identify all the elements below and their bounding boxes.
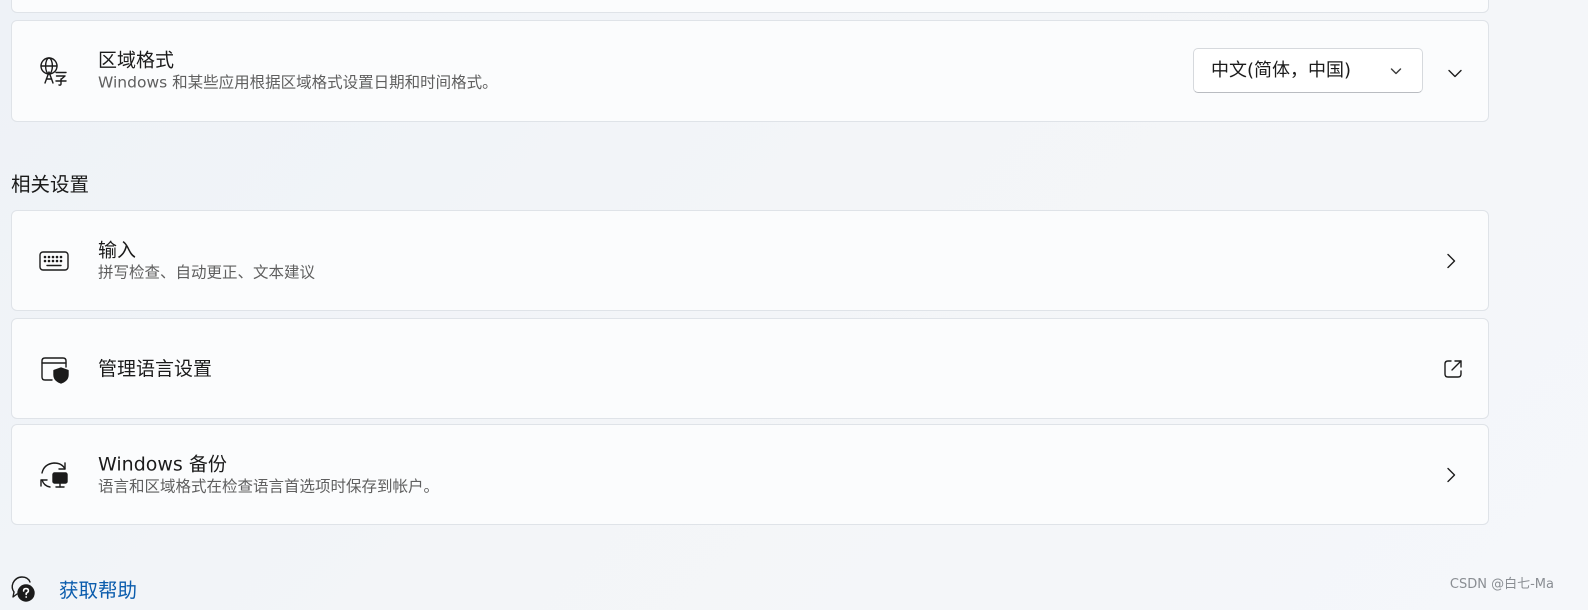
backup-sync-icon: [38, 459, 70, 491]
keyboard-icon: [38, 245, 70, 277]
manage-language-settings-card[interactable]: 管理语言设置: [11, 318, 1489, 419]
windows-backup-card[interactable]: Windows 备份 语言和区域格式在检查语言首选项时保存到帐户。: [11, 424, 1489, 525]
manage-language-settings-title: 管理语言设置: [98, 357, 213, 380]
previous-setting-card: [11, 0, 1489, 13]
chevron-right-icon: [1447, 253, 1456, 268]
region-format-description: Windows 和某些应用根据区域格式设置日期和时间格式。: [98, 73, 498, 92]
input-settings-description: 拼写检查、自动更正、文本建议: [98, 263, 316, 281]
region-format-title: 区域格式: [98, 49, 175, 72]
csdn-watermark: CSDN @白七-Ma: [1449, 577, 1554, 592]
chevron-right-icon: [1447, 467, 1456, 482]
related-settings-heading: 相关设置: [11, 173, 90, 196]
input-settings-text: 输入 拼写检查、自动更正、文本建议: [98, 238, 315, 283]
manage-language-settings-text: 管理语言设置: [98, 357, 212, 381]
windows-backup-description: 语言和区域格式在检查语言首选项时保存到帐户。: [98, 477, 440, 495]
region-format-dropdown-value: 中文(简体，中国): [1211, 60, 1352, 81]
input-settings-title: 输入: [98, 239, 137, 261]
open-external-icon: [1444, 359, 1462, 378]
chevron-down-icon: [1390, 68, 1402, 75]
region-format-card[interactable]: 区域格式 Windows 和某些应用根据区域格式设置日期和时间格式。 中文(简体…: [11, 20, 1489, 122]
admin-shield-window-icon: [38, 353, 70, 385]
get-help-label: 获取帮助: [59, 579, 138, 602]
expand-chevron-icon[interactable]: [1446, 64, 1464, 82]
region-format-dropdown[interactable]: 中文(简体，中国): [1193, 48, 1423, 93]
windows-backup-title: Windows 备份: [98, 453, 227, 475]
input-settings-card[interactable]: 输入 拼写检查、自动更正、文本建议: [11, 210, 1489, 311]
region-format-text: 区域格式 Windows 和某些应用根据区域格式设置日期和时间格式。: [98, 49, 498, 94]
help-chat-icon: [11, 576, 35, 602]
windows-backup-text: Windows 备份 语言和区域格式在检查语言首选项时保存到帐户。: [98, 452, 439, 497]
language-region-icon: [38, 55, 70, 87]
